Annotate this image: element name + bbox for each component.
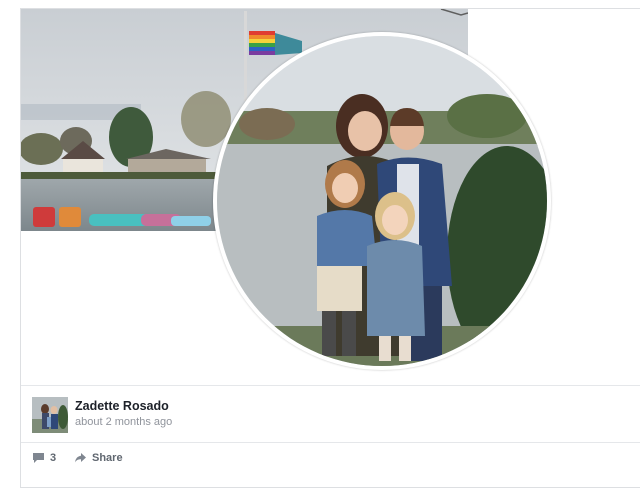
- share-icon: [74, 452, 87, 464]
- comment-count: 3: [50, 452, 57, 464]
- comment-button[interactable]: 3: [32, 452, 56, 464]
- family-photo-image: [217, 36, 547, 366]
- avatar-image: [32, 397, 68, 433]
- comment-icon: [32, 452, 45, 464]
- divider: [21, 385, 640, 386]
- share-button[interactable]: Share: [74, 452, 123, 464]
- profile-picture[interactable]: [213, 32, 551, 370]
- post-card: Zadette Rosado about 2 months ago 3 Shar…: [20, 8, 640, 488]
- share-label: Share: [92, 452, 123, 464]
- author-name[interactable]: Zadette Rosado: [75, 399, 169, 413]
- avatar[interactable]: [32, 397, 68, 433]
- post-timestamp[interactable]: about 2 months ago: [75, 416, 172, 428]
- divider: [21, 442, 640, 443]
